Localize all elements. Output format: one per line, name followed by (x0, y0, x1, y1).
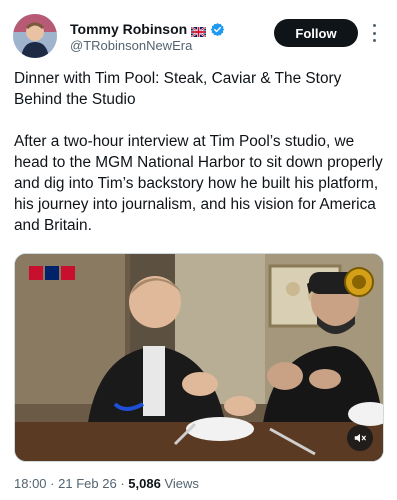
tweet-title: Dinner with Tim Pool: Steak, Caviar & Th… (14, 70, 342, 108)
user-handle[interactable]: @TRobinsonNewEra (70, 38, 192, 53)
more-options-icon[interactable] (369, 24, 379, 42)
uk-flag-icon (190, 24, 207, 38)
verified-badge-icon (210, 22, 225, 37)
video-frame (15, 254, 383, 461)
tweet-time[interactable]: 18:00 (14, 476, 47, 491)
tweet-date[interactable]: 21 Feb 26 (58, 476, 117, 491)
avatar[interactable] (13, 14, 57, 58)
view-count: 5,086 (128, 476, 161, 491)
meta-separator: · (120, 476, 125, 491)
tweet-text: Dinner with Tim Pool: Steak, Caviar & Th… (14, 68, 386, 236)
video-player[interactable] (14, 253, 384, 462)
tweet-body: After a two-hour interview at Tim Pool’s… (14, 133, 383, 234)
tweet-header: Tommy Robinson @TRobinsonNewEra Follow (0, 0, 397, 66)
volume-muted-icon[interactable] (347, 425, 373, 451)
name-row: Tommy Robinson (70, 20, 225, 38)
meta-separator: · (50, 476, 55, 491)
tweet-meta: 18:00 · 21 Feb 26 · 5,086 Views (14, 476, 199, 491)
avatar-image (13, 14, 57, 58)
display-name[interactable]: Tommy Robinson (70, 21, 187, 37)
views-label: Views (164, 476, 199, 491)
follow-button[interactable]: Follow (274, 19, 358, 47)
